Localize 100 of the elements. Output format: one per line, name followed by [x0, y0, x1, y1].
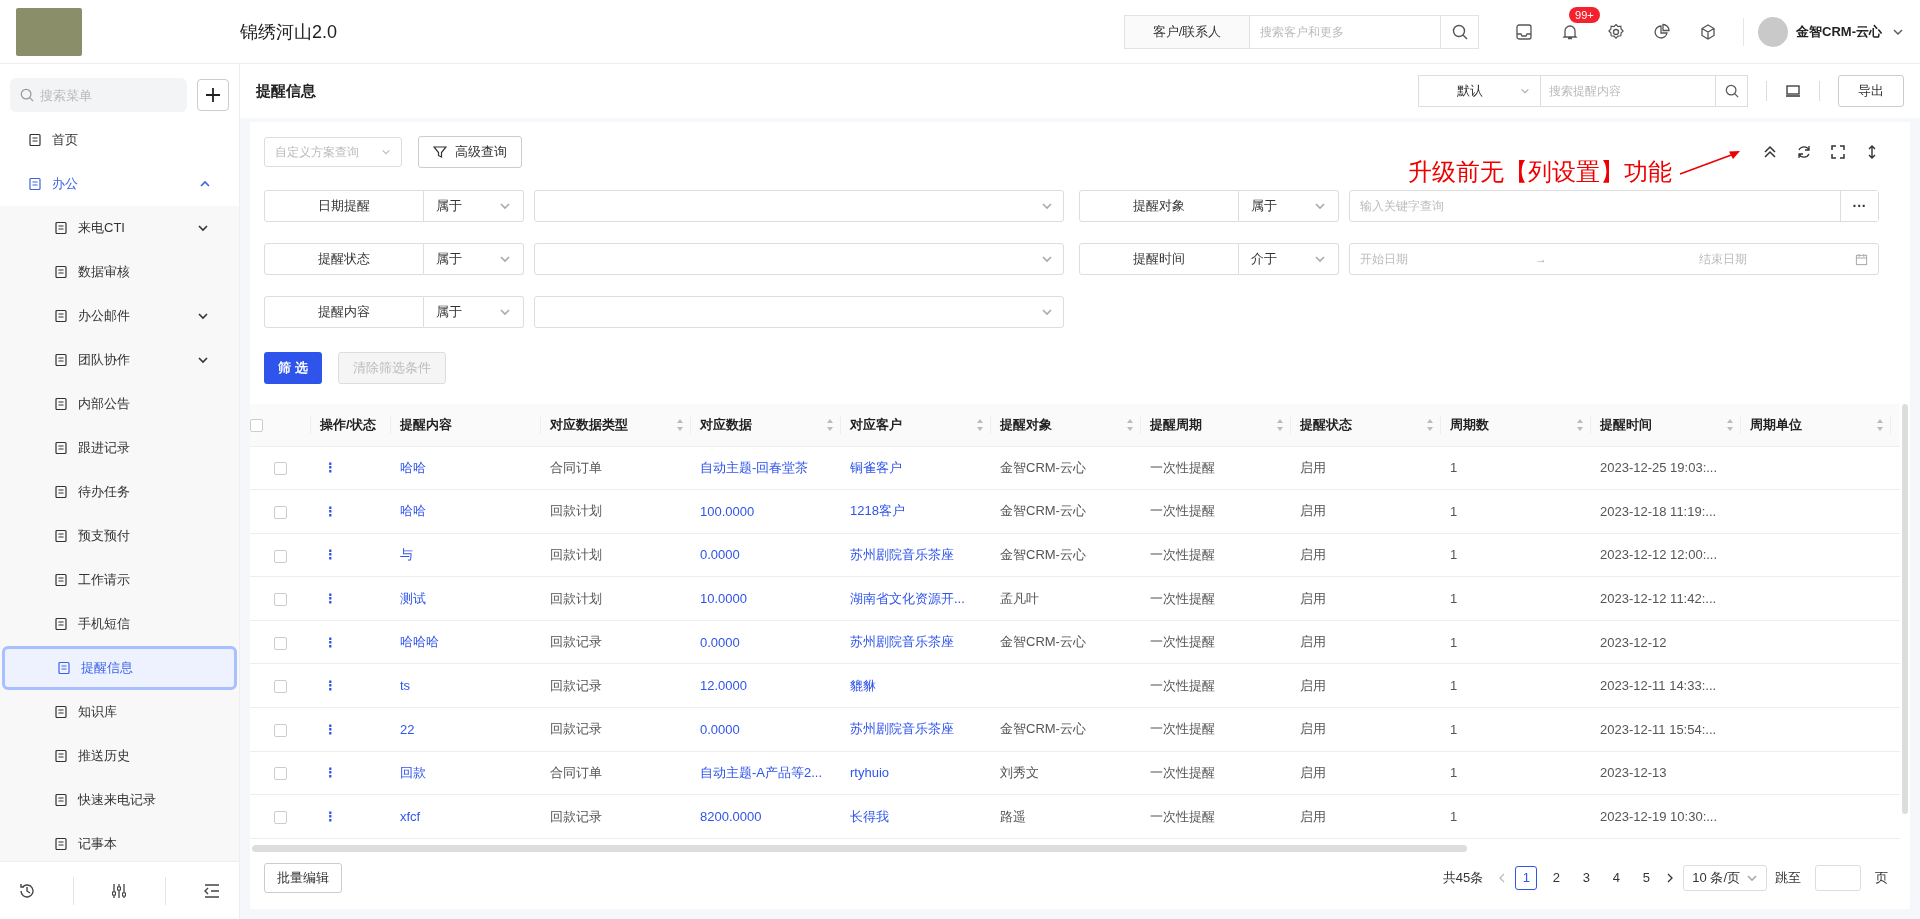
checkbox[interactable]	[273, 549, 287, 563]
keyword-input[interactable]: 输入关键字查询	[1350, 191, 1840, 221]
link[interactable]: 与	[400, 547, 413, 562]
refresh-icon[interactable]	[1796, 144, 1812, 160]
value-select[interactable]	[534, 243, 1064, 275]
page-button[interactable]: 4	[1605, 865, 1628, 890]
bell-icon[interactable]	[1561, 22, 1580, 41]
column-header[interactable]: 提醒状态	[1300, 415, 1352, 434]
sliders-icon[interactable]	[110, 881, 129, 900]
more-button[interactable]: ···	[1840, 191, 1878, 221]
settings-icon[interactable]	[1607, 22, 1626, 41]
link[interactable]: 哈哈	[400, 459, 426, 475]
link[interactable]: 长得我	[850, 808, 889, 824]
link[interactable]: 苏州剧院音乐茶座	[850, 721, 954, 737]
view-select[interactable]: 默认	[1419, 76, 1541, 106]
checkbox[interactable]	[273, 462, 287, 476]
menu-item[interactable]: 跟进记录	[2, 426, 237, 470]
link[interactable]: 貔貅	[850, 677, 876, 693]
value-select[interactable]	[534, 190, 1064, 222]
advanced-query-button[interactable]: 高级查询	[418, 136, 522, 168]
menu-item[interactable]: 手机短信	[2, 602, 237, 646]
cube-icon[interactable]	[1699, 22, 1718, 41]
link[interactable]: 苏州剧院音乐茶座	[850, 547, 954, 562]
operator-select[interactable]: 介于	[1239, 243, 1339, 275]
operator-select[interactable]: 属于	[424, 296, 524, 328]
sort-icon[interactable]	[1876, 417, 1884, 432]
page-button[interactable]: 1	[1515, 865, 1538, 890]
user-name[interactable]: 金智CRM-云心	[1796, 22, 1882, 41]
link[interactable]: 测试	[400, 590, 426, 606]
more-actions-button[interactable]: ⋮	[320, 721, 341, 737]
more-actions-button[interactable]: ⋮	[320, 591, 341, 607]
page-button[interactable]: 5	[1635, 865, 1658, 890]
link[interactable]: 0.0000	[700, 634, 740, 650]
link[interactable]: 10.0000	[700, 591, 747, 607]
checkbox[interactable]	[273, 767, 287, 781]
link[interactable]: 12.0000	[700, 678, 747, 694]
column-header[interactable]: 提醒时间	[1600, 415, 1652, 434]
menu-item[interactable]: 知识库	[2, 690, 237, 734]
link[interactable]: ts	[400, 678, 411, 694]
more-actions-button[interactable]: ⋮	[320, 460, 341, 476]
link[interactable]: 苏州剧院音乐茶座	[850, 634, 954, 650]
checkbox[interactable]	[273, 723, 287, 737]
column-header[interactable]: 对应客户	[850, 415, 902, 434]
menu-search-field[interactable]: 搜索菜单	[10, 78, 187, 112]
operator-select[interactable]: 属于	[1239, 190, 1339, 222]
column-header[interactable]: 提醒对象	[1000, 415, 1052, 434]
horizontal-scrollbar[interactable]	[252, 844, 1467, 852]
page-number-field[interactable]	[1815, 864, 1861, 891]
avatar[interactable]	[1758, 16, 1789, 47]
checkbox[interactable]	[273, 505, 287, 519]
page-button[interactable]: 2	[1545, 865, 1568, 890]
menu-item[interactable]: 首页	[0, 118, 239, 162]
more-actions-button[interactable]: ⋮	[320, 547, 341, 563]
menu-item[interactable]: 推送历史	[2, 734, 237, 778]
checkbox[interactable]	[273, 593, 287, 607]
value-select[interactable]	[534, 296, 1064, 328]
inbox-icon[interactable]	[1515, 22, 1534, 41]
page-size-select[interactable]: 10 条/页	[1683, 864, 1767, 891]
menu-search-input[interactable]: 搜索菜单	[38, 86, 177, 104]
link[interactable]: 22	[400, 721, 415, 737]
link[interactable]: 哈哈哈	[400, 634, 439, 650]
sort-icon[interactable]	[1276, 417, 1284, 432]
link[interactable]: xfcf	[400, 809, 421, 825]
link[interactable]: 1218客户	[850, 503, 905, 519]
more-actions-button[interactable]: ⋮	[320, 634, 341, 650]
export-button[interactable]: 导出	[1838, 75, 1904, 107]
menu-item[interactable]: 待办任务	[2, 470, 237, 514]
sort-icon[interactable]	[676, 417, 684, 432]
link[interactable]: 100.0000	[700, 503, 755, 519]
scope-select[interactable]: 客户/联系人	[1125, 15, 1251, 48]
more-actions-button[interactable]: ⋮	[320, 503, 341, 519]
menu-item[interactable]: 预支预付	[2, 514, 237, 558]
vertical-scrollbar[interactable]	[1902, 404, 1908, 814]
link[interactable]: 自动主题-回春堂茶	[700, 459, 809, 475]
link[interactable]: rtyhuio	[850, 765, 890, 781]
link[interactable]: 0.0000	[700, 547, 740, 563]
link[interactable]: 铜雀客户	[850, 459, 902, 475]
link[interactable]: 回款	[400, 764, 426, 780]
checkbox[interactable]	[273, 636, 287, 650]
more-actions-button[interactable]: ⋮	[320, 809, 341, 825]
sort-icon[interactable]	[976, 417, 984, 432]
checkbox[interactable]	[273, 680, 287, 694]
operator-select[interactable]: 属于	[424, 243, 524, 275]
sort-icon[interactable]	[1726, 417, 1734, 432]
link[interactable]: 0.0000	[700, 721, 740, 737]
menu-item[interactable]: 数据审核	[2, 250, 237, 294]
fullscreen-icon[interactable]	[1830, 144, 1846, 160]
link[interactable]: 哈哈	[400, 503, 426, 519]
menu-item[interactable]: 快速来电记录	[2, 778, 237, 822]
checkbox[interactable]	[273, 811, 287, 825]
filter-button[interactable]: 筛 选	[264, 352, 322, 384]
link[interactable]: 自动主题-A产品等2...	[700, 764, 823, 780]
menu-item[interactable]: 内部公告	[2, 382, 237, 426]
sort-icon[interactable]	[1126, 417, 1134, 432]
menu-item[interactable]: 工作请示	[2, 558, 237, 602]
more-actions-button[interactable]: ⋮	[320, 765, 341, 781]
add-button[interactable]	[197, 79, 229, 111]
sort-icon[interactable]	[826, 417, 834, 432]
link[interactable]: 8200.0000	[700, 809, 762, 825]
column-header[interactable]: 周期数	[1450, 415, 1489, 434]
